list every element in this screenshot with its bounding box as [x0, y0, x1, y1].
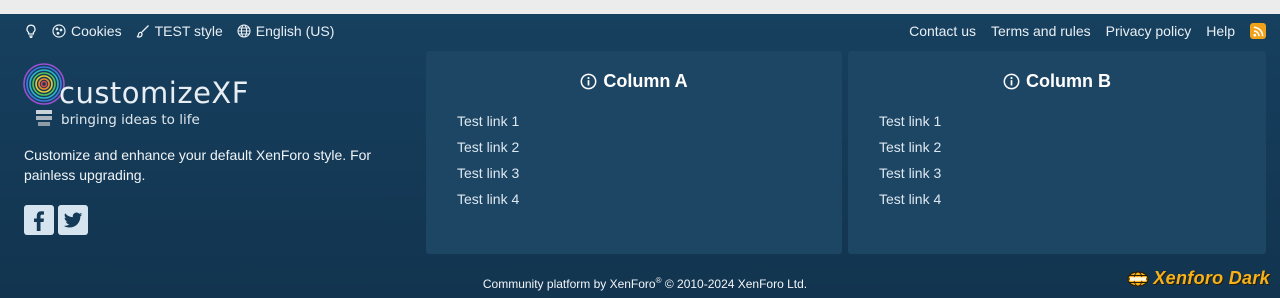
browser-top-strip: [0, 0, 1280, 14]
rss-icon[interactable]: [1250, 23, 1266, 39]
footer-top-bar: Cookies TEST style English (US) Contact …: [0, 14, 1280, 48]
footer-top-right: Contact us Terms and rules Privacy polic…: [909, 14, 1266, 48]
site-description: Customize and enhance your default XenFo…: [24, 147, 372, 183]
lightbulb-icon: [24, 24, 38, 38]
terms-and-rules-link[interactable]: Terms and rules: [991, 23, 1091, 39]
column-a-title-text: Column A: [603, 71, 688, 91]
paintbrush-icon: [136, 24, 150, 38]
style-chooser-label: TEST style: [154, 23, 223, 39]
copyright-prefix[interactable]: Community platform by XenForo: [483, 277, 656, 291]
column-b-link-4[interactable]: Test link 4: [879, 191, 941, 217]
brand-text: Xenforo Dark: [1153, 268, 1270, 288]
column-b-links: Test link 1 Test link 2 Test link 3 Test…: [879, 113, 941, 217]
xenforo-globe-icon: [1127, 271, 1149, 286]
column-a-link-3[interactable]: Test link 3: [457, 165, 519, 191]
privacy-policy-link[interactable]: Privacy policy: [1106, 23, 1192, 39]
footer-column-a: Column A Test link 1 Test link 2 Test li…: [426, 51, 842, 254]
twitter-icon[interactable]: [58, 205, 88, 235]
site-logo[interactable]: customizeXF bringing ideas to life: [22, 60, 248, 130]
column-b-link-3[interactable]: Test link 3: [879, 165, 941, 191]
language-label: English (US): [255, 23, 335, 39]
column-a-links: Test link 1 Test link 2 Test link 3 Test…: [457, 113, 519, 217]
column-a-title: Column A: [426, 71, 842, 92]
help-link[interactable]: Help: [1206, 23, 1235, 39]
column-a-link-1[interactable]: Test link 1: [457, 113, 519, 139]
globe-icon: [237, 24, 251, 38]
style-brand: Xenforo Dark: [1127, 268, 1270, 289]
logo-wordmark: customizeXF: [59, 76, 249, 110]
contact-us-link[interactable]: Contact us: [909, 23, 976, 39]
column-b-title: Column B: [848, 71, 1266, 92]
column-b-title-text: Column B: [1026, 71, 1111, 91]
cookies-link[interactable]: Cookies: [52, 23, 122, 39]
column-b-link-1[interactable]: Test link 1: [879, 113, 941, 139]
info-circle-icon: [1003, 73, 1020, 90]
column-b-link-2[interactable]: Test link 2: [879, 139, 941, 165]
facebook-icon[interactable]: [24, 205, 54, 235]
language-chooser-link[interactable]: English (US): [237, 23, 335, 39]
copyright-suffix: © 2010-2024 XenForo Ltd.: [661, 277, 808, 291]
footer-top-left: Cookies TEST style English (US): [24, 14, 334, 48]
info-circle-icon: [580, 73, 597, 90]
column-a-link-2[interactable]: Test link 2: [457, 139, 519, 165]
style-chooser-link[interactable]: TEST style: [136, 23, 223, 39]
style-variation-button[interactable]: [24, 24, 38, 38]
footer-column-b: Column B Test link 1 Test link 2 Test li…: [848, 51, 1266, 254]
cookies-label: Cookies: [71, 23, 122, 39]
column-a-link-4[interactable]: Test link 4: [457, 191, 519, 217]
copyright-notice: Community platform by XenForo® © 2010-20…: [0, 276, 1280, 291]
logo-tagline: bringing ideas to life: [61, 112, 200, 128]
social-links: [24, 205, 88, 235]
cookie-icon: [52, 24, 66, 38]
